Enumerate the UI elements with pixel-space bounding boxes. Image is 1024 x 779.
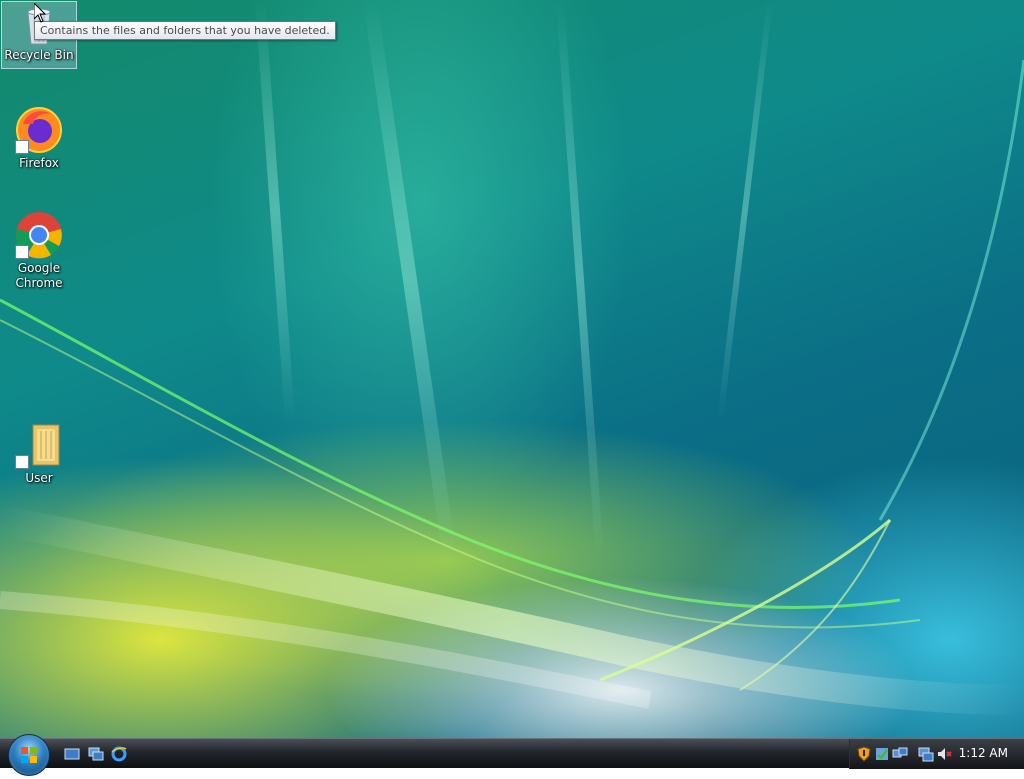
windows-logo-icon — [21, 747, 37, 763]
chrome-icon — [15, 211, 63, 259]
windows-update-icon[interactable] — [874, 746, 890, 762]
shortcut-arrow-icon — [15, 245, 29, 259]
mouse-cursor-icon — [34, 3, 46, 23]
recycle-bin-label: Recycle Bin — [4, 48, 74, 62]
desktop-background[interactable]: Recycle Bin Firefox Google Chrome User C… — [0, 0, 1024, 738]
network-status-icon[interactable] — [892, 746, 908, 762]
internet-explorer-icon[interactable] — [111, 746, 127, 762]
recycle-bin-tooltip: Contains the files and folders that you … — [34, 21, 336, 40]
shortcut-arrow-icon — [15, 455, 29, 469]
volume-muted-icon[interactable] — [936, 746, 952, 762]
chrome-label: Google Chrome — [15, 261, 63, 290]
start-button[interactable] — [8, 734, 50, 776]
user-folder-label: User — [25, 471, 53, 485]
wallpaper-streaks — [0, 0, 1024, 715]
folder-icon — [15, 421, 63, 469]
security-shield-icon[interactable] — [856, 746, 872, 762]
system-tray: 1:12 AM — [849, 739, 1024, 769]
chrome-shortcut[interactable]: Google Chrome — [1, 211, 77, 291]
network-connection-icon[interactable] — [918, 746, 934, 762]
firefox-shortcut[interactable]: Firefox — [1, 106, 77, 171]
show-desktop-icon[interactable] — [64, 746, 80, 762]
user-folder-shortcut[interactable]: User — [1, 421, 77, 486]
firefox-icon — [15, 106, 63, 154]
clock[interactable]: 1:12 AM — [959, 746, 1008, 760]
switch-windows-icon[interactable] — [88, 746, 104, 762]
firefox-label: Firefox — [19, 156, 59, 170]
taskbar: 1:12 AM — [0, 734, 1024, 776]
shortcut-arrow-icon — [15, 140, 29, 154]
